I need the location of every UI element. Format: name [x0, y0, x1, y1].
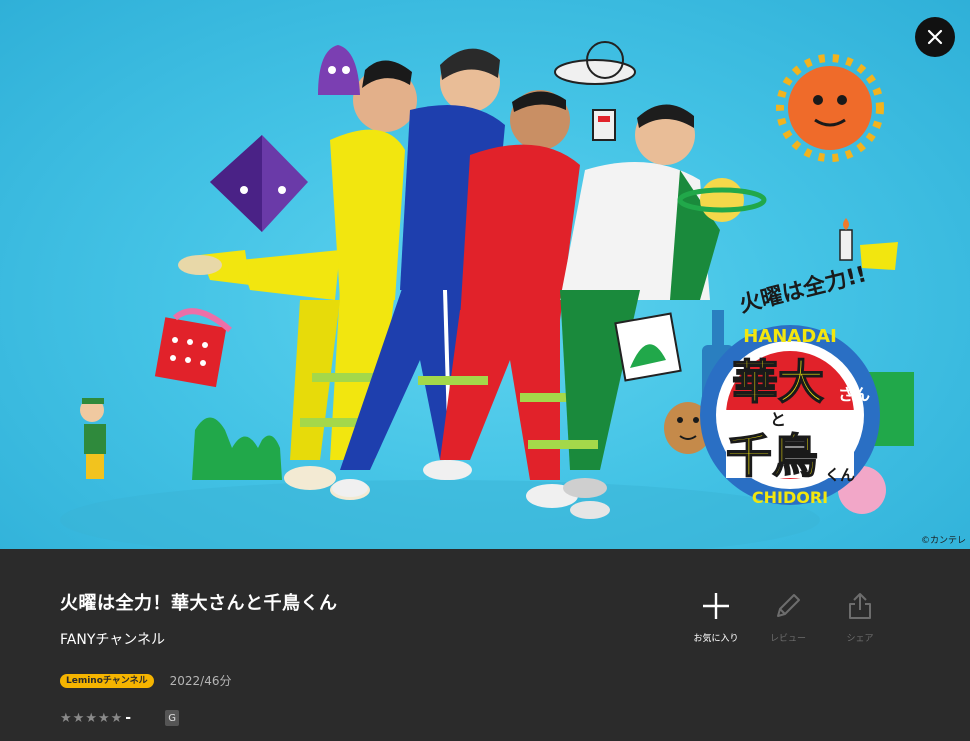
close-icon	[927, 29, 943, 45]
star-icon: ★	[97, 710, 110, 726]
channel-badge: Leminoチャンネル	[60, 673, 154, 688]
favorite-label: お気に入り	[693, 634, 739, 644]
program-logo: 火曜は全力!! HANADAI CHIDORI 華大 さん と 千鳥 くん	[700, 261, 880, 507]
detail-modal: 火曜は全力!! HANADAI CHIDORI 華大 さん と 千鳥 くん ©カ…	[0, 0, 970, 741]
monster-illustration	[318, 45, 360, 95]
channel-name: FANYチャンネル	[60, 632, 165, 648]
review-button[interactable]: レビュー	[752, 589, 824, 644]
meta-row: Leminoチャンネル 2022/46分	[60, 672, 231, 689]
age-rating-badge: G	[165, 710, 180, 726]
close-button[interactable]	[915, 17, 955, 57]
star-rating: ★ ★ ★ ★ ★	[60, 712, 122, 725]
favorite-button[interactable]: お気に入り	[680, 589, 752, 644]
candle-illustration	[839, 218, 898, 270]
share-label: シェア	[846, 634, 874, 644]
logo-top-text: 火曜は全力!!	[737, 261, 870, 318]
robot-illustration	[592, 109, 616, 141]
kid-illustration	[80, 398, 106, 479]
logo-arc-top: HANADAI	[743, 326, 837, 347]
year-duration: 2022/46分	[169, 674, 232, 688]
program-title: 火曜は全力！華大さんと千鳥くん	[60, 593, 338, 614]
logo-to: と	[770, 410, 786, 429]
sun-illustration	[776, 54, 884, 162]
logo-main2: 千鳥	[726, 429, 818, 483]
hero-image: 火曜は全力!! HANADAI CHIDORI 華大 さん と 千鳥 くん ©カ…	[0, 0, 970, 549]
key-visual: 火曜は全力!! HANADAI CHIDORI 華大 さん と 千鳥 くん	[60, 41, 914, 549]
logo-main1: 華大	[732, 355, 824, 409]
program-info-panel: 火曜は全力！華大さんと千鳥くん FANYチャンネル Leminoチャンネル 20…	[0, 549, 970, 741]
treasure-box-illustration	[154, 308, 232, 388]
logo-arc-bottom: CHIDORI	[752, 488, 828, 507]
logo-kun: くん	[825, 466, 855, 484]
action-buttons: お気に入り レビュー シェア	[680, 589, 896, 644]
pencil-icon	[773, 589, 803, 623]
star-icon: ★	[85, 710, 97, 726]
star-icon: ★	[110, 710, 123, 726]
octahedron-illustration	[210, 135, 308, 232]
plus-icon	[701, 589, 731, 623]
rating-row: ★ ★ ★ ★ ★ - G	[60, 710, 180, 726]
copyright-text: ©カンテレ	[920, 536, 966, 546]
share-button[interactable]: シェア	[824, 589, 896, 644]
framed-picture-illustration	[614, 312, 682, 382]
review-label: レビュー	[769, 634, 806, 644]
ufo-illustration	[554, 41, 636, 85]
share-icon	[845, 589, 875, 623]
star-icon: ★	[72, 710, 85, 726]
green-hills-illustration	[192, 417, 282, 480]
logo-san: さん	[838, 385, 870, 404]
rating-score: -	[125, 710, 132, 726]
star-icon: ★	[60, 710, 72, 726]
